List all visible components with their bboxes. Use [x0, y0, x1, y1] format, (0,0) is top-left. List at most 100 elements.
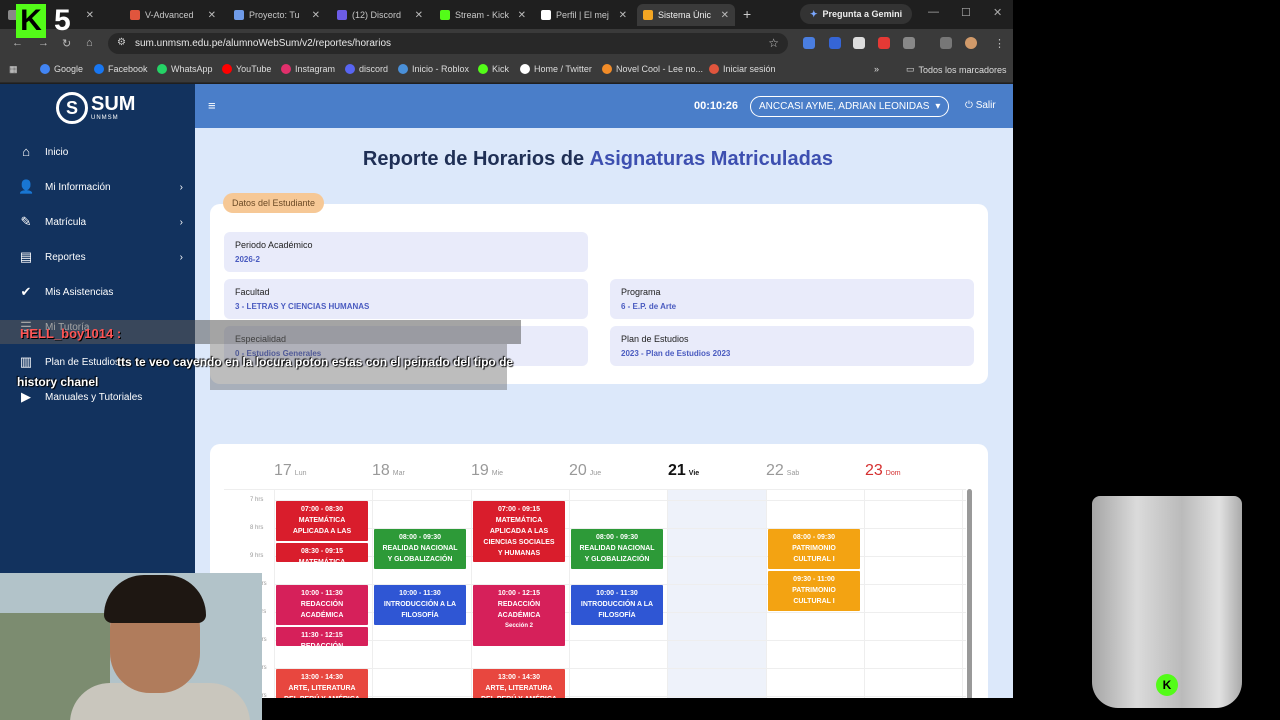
event-course-line: MATEMÁTICA	[495, 517, 543, 524]
course-event[interactable]: 10:00 - 11:30 INTRODUCCIÓN A LA FILOSOFÍA	[571, 585, 663, 625]
user-edit-icon: ✎	[20, 214, 32, 229]
back-icon[interactable]: ←	[12, 37, 23, 49]
course-event[interactable]: 10:00 - 11:30 INTRODUCCIÓN A LA FILOSOFÍA	[374, 585, 466, 625]
new-tab-button[interactable]: +	[743, 6, 751, 22]
event-time: 09:30 - 11:00	[793, 576, 835, 583]
browser-menu-icon[interactable]: ⋮	[994, 37, 1005, 50]
course-event[interactable]: 11:30 - 12:15 REDACCIÓN	[276, 627, 368, 646]
forward-icon[interactable]: →	[38, 37, 49, 49]
course-event[interactable]: 08:00 - 09:30 PATRIMONIO CULTURAL I	[768, 529, 860, 569]
extension-icon[interactable]	[878, 37, 890, 49]
browser-tab[interactable]: V-Advanced ✕	[124, 4, 222, 26]
course-event[interactable]: 10:00 - 12:15 REDACCIÓN ACADÉMICA Sección 2	[473, 585, 565, 646]
event-time: 11:30 - 12:15	[301, 632, 343, 639]
user-check-icon: ✔	[20, 284, 32, 299]
course-event[interactable]: 08:00 - 09:30 REALIDAD NACIONAL Y GLOBALIZ…	[374, 529, 466, 569]
tab-close-icon[interactable]: ✕	[312, 10, 320, 21]
bookmark-item[interactable]: Facebook	[94, 64, 148, 74]
reload-icon[interactable]: ↻	[62, 37, 71, 50]
browser-tab[interactable]: Proyecto: Tu ✕	[228, 4, 326, 26]
apps-grid-icon[interactable]: ▦	[9, 64, 18, 75]
power-icon: ⏻	[965, 100, 973, 111]
course-event[interactable]: 10:00 - 11:30 REDACCIÓN ACADÉMICA	[276, 585, 368, 625]
user-dropdown[interactable]: ANCCASI AYME, ADRIAN LEONIDAS ▾	[750, 96, 950, 117]
course-event[interactable]: 13:00 - 14:30 ARTE, LITERATURA DEL PERÚ Y …	[473, 669, 565, 698]
bookmarks-overflow[interactable]: »	[874, 64, 879, 74]
browser-tab[interactable]: Stream - Kick ✕	[434, 4, 532, 26]
extension-icon[interactable]	[853, 37, 865, 49]
day-number: 18	[372, 462, 390, 479]
bookmark-item[interactable]: Kick	[478, 64, 509, 74]
maximize-icon[interactable]: ☐	[961, 6, 971, 19]
logout-button[interactable]: ⏻ Salir	[965, 100, 996, 111]
tab-close-icon[interactable]: ✕	[721, 10, 729, 21]
logo-text: SUM	[91, 93, 136, 115]
bookmark-favicon-icon	[602, 64, 612, 74]
sidebar-item[interactable]: ✔ Mis Asistencias	[0, 277, 195, 307]
extensions-puzzle-icon[interactable]	[903, 37, 915, 49]
chevron-right-icon: ›	[179, 216, 183, 228]
tab-close-icon[interactable]: ✕	[518, 10, 526, 21]
tab-close-icon[interactable]: ✕	[415, 10, 423, 21]
bookmark-item[interactable]: Inicio - Roblox	[398, 64, 469, 74]
tab-close-icon[interactable]: ✕	[208, 10, 216, 21]
bookmark-item[interactable]: YouTube	[222, 64, 271, 74]
field-label: Periodo Académico	[235, 240, 313, 250]
hamburger-menu-icon[interactable]: ≡	[208, 98, 216, 113]
bookmark-label: Iniciar sesión	[723, 64, 776, 74]
close-window-icon[interactable]: ✕	[993, 6, 1002, 19]
tab-title: Proyecto: Tu	[249, 10, 300, 20]
field-facultad: Facultad 3 - LETRAS Y CIENCIAS HUMANAS	[224, 279, 588, 319]
course-event[interactable]: 07:00 - 09:15 MATEMÁTICA APLICADA A LAS CIE…	[473, 501, 565, 562]
profile-avatar-icon[interactable]	[965, 37, 977, 49]
field-periodo: Periodo Académico 2026-2	[224, 232, 588, 272]
bookmark-item[interactable]: WhatsApp	[157, 64, 213, 74]
day-column-divider	[863, 489, 865, 698]
course-event[interactable]: 07:00 - 08:30 MATEMÁTICA APLICADA A LAS	[276, 501, 368, 541]
all-bookmarks-button[interactable]: ▭ Todos los marcadores	[906, 64, 1007, 75]
bookmark-item[interactable]: Novel Cool - Lee no...	[602, 64, 703, 74]
sidebar-item[interactable]: ⌂ Inicio	[0, 137, 195, 167]
kick-logo-letter: K	[16, 4, 46, 38]
event-course-line: Y HUMANAS	[497, 550, 541, 557]
event-course-line: APLICADA A LAS	[489, 528, 549, 535]
main-content: Reporte de Horarios de Asignaturas Matri…	[195, 128, 1013, 698]
omnibox[interactable]: ⚙ sum.unmsm.edu.pe/alumnoWebSum/v2/repor…	[108, 33, 788, 54]
bookmark-item[interactable]: Home / Twitter	[520, 64, 592, 74]
course-event[interactable]: 13:00 - 14:30 ARTE, LITERATURA DEL PERÚ Y …	[276, 669, 368, 698]
extension-icon[interactable]	[803, 37, 815, 49]
site-settings-icon[interactable]: ⚙	[117, 37, 126, 48]
url-text[interactable]: sum.unmsm.edu.pe/alumnoWebSum/v2/reporte…	[135, 38, 391, 49]
day-column-divider	[568, 489, 570, 698]
bookmark-item[interactable]: discord	[345, 64, 388, 74]
browser-tab[interactable]: Perfil | El mej ✕	[535, 4, 633, 26]
tab-close-icon[interactable]: ✕	[86, 10, 94, 21]
calendar-scrollbar[interactable]	[967, 489, 972, 698]
sidebar-item[interactable]: ✎ Matrícula ›	[0, 207, 195, 237]
browser-tab[interactable]: Sistema Únic ✕	[637, 4, 735, 26]
sidebar-item[interactable]: 👤 Mi Información ›	[0, 172, 195, 202]
minimize-icon[interactable]: —	[928, 6, 939, 18]
event-time: 10:00 - 11:30	[399, 590, 441, 597]
bookmark-label: WhatsApp	[171, 64, 213, 74]
course-event[interactable]: 08:00 - 09:30 REALIDAD NACIONAL Y GLOBALIZ…	[571, 529, 663, 569]
extension-icon[interactable]	[829, 37, 841, 49]
event-time: 08:00 - 09:30	[595, 534, 639, 541]
sum-logo[interactable]: S SUM UNMSM	[56, 92, 135, 124]
day-column-divider	[470, 489, 472, 698]
course-event[interactable]: 08:30 - 09:15 MATEMÁTICA	[276, 543, 368, 562]
bookmark-favicon-icon	[520, 64, 530, 74]
bookmark-star-icon[interactable]: ☆	[768, 36, 779, 50]
browser-tab[interactable]: (12) Discord ✕	[331, 4, 429, 26]
chat-message: tts te veo cayendo en la locura poton es…	[17, 352, 517, 392]
bookmark-item[interactable]: Iniciar sesión	[709, 64, 776, 74]
bookmark-item[interactable]: Instagram	[281, 64, 335, 74]
field-label: Plan de Estudios	[621, 334, 689, 344]
bookmark-item[interactable]: Google	[40, 64, 83, 74]
tab-close-icon[interactable]: ✕	[619, 10, 627, 21]
downloads-icon[interactable]	[940, 37, 952, 49]
home-icon[interactable]: ⌂	[86, 37, 93, 49]
course-event[interactable]: 09:30 - 11:00 PATRIMONIO CULTURAL I	[768, 571, 860, 611]
gemini-button[interactable]: ✦ Pregunta a Gemini	[800, 4, 913, 24]
sidebar-item[interactable]: ▤ Reportes ›	[0, 242, 195, 272]
